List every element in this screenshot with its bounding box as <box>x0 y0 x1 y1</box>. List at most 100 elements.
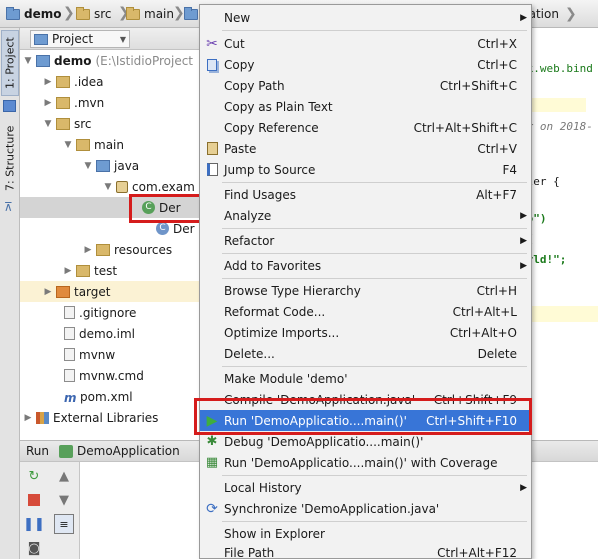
menu-item-find-usages[interactable]: Find Usages Alt+F7 <box>200 184 531 205</box>
maven-icon: m <box>64 390 77 405</box>
menu-separator <box>222 182 527 183</box>
menu-item-show-in-explorer[interactable]: Show in Explorer <box>200 523 531 544</box>
tree-item-external-libraries[interactable]: ▶ External Libraries <box>20 407 200 428</box>
chevron-down-icon: ▼ <box>119 35 126 44</box>
module-folder-icon <box>36 54 50 67</box>
source-folder-icon <box>184 6 198 20</box>
folder-icon <box>126 6 140 20</box>
arrow-down-icon[interactable]: ▼ <box>54 490 74 510</box>
arrow-up-icon[interactable]: ▲ <box>54 466 74 486</box>
file-icon <box>64 327 75 340</box>
folder-icon <box>56 117 70 130</box>
chevron-right-icon: ❯ <box>173 5 185 21</box>
menu-item-paste[interactable]: Paste Ctrl+V <box>200 138 531 159</box>
tree-item-java[interactable]: ▼ java <box>20 155 200 176</box>
project-panel: Project ▼ ▼ demo (E:\IstidioProject ▶ .id… <box>20 28 200 440</box>
breadcrumb-main[interactable]: main <box>126 5 174 23</box>
project-icon <box>34 33 48 45</box>
menu-item-file-path[interactable]: File Path Ctrl+Alt+F12 <box>200 544 531 559</box>
menu-item-local-history[interactable]: Local History ▶ <box>200 477 531 498</box>
file-icon <box>64 306 75 319</box>
menu-separator <box>222 278 527 279</box>
run-config-tab[interactable]: DemoApplication <box>77 444 180 458</box>
excluded-folder-icon <box>56 285 70 298</box>
menu-item-optimize-imports[interactable]: Optimize Imports... Ctrl+Alt+O <box>200 322 531 343</box>
folder-icon <box>76 264 90 277</box>
collapse-arrow-icon[interactable]: ▶ <box>42 98 54 108</box>
menu-item-copy[interactable]: Copy Ctrl+C <box>200 54 531 75</box>
menu-item-new[interactable]: New ▶ <box>200 7 531 28</box>
menu-separator <box>222 253 527 254</box>
menu-item-copy-plain-text[interactable]: Copy as Plain Text <box>200 96 531 117</box>
coverage-icon: ▦ <box>205 455 219 470</box>
tree-item-demo-iml[interactable]: demo.iml <box>20 323 200 344</box>
tree-item-gitignore[interactable]: .gitignore <box>20 302 200 323</box>
menu-item-analyze[interactable]: Analyze ▶ <box>200 205 531 226</box>
annotation-highlight-box <box>129 194 208 223</box>
project-panel-header: Project ▼ <box>20 28 200 50</box>
expand-arrow-icon[interactable]: ▼ <box>102 182 114 192</box>
tree-item-test[interactable]: ▶ test <box>20 260 200 281</box>
soft-wrap-icon[interactable]: ≡ <box>54 514 74 534</box>
submenu-arrow-icon: ▶ <box>520 260 527 271</box>
tree-item-src[interactable]: ▼ src <box>20 113 200 134</box>
collapse-arrow-icon[interactable]: ▶ <box>62 266 74 276</box>
tree-item-demo[interactable]: ▼ demo (E:\IstidioProject <box>20 50 200 71</box>
class-icon: C <box>156 222 169 235</box>
pause-icon[interactable]: ❚❚ <box>23 514 45 534</box>
camera-icon[interactable]: ◙ <box>24 538 44 558</box>
tree-item-resources[interactable]: ▶ resources <box>20 239 200 260</box>
menu-item-add-to-favorites[interactable]: Add to Favorites ▶ <box>200 255 531 276</box>
breadcrumb-src[interactable]: src <box>76 5 112 23</box>
debug-icon: ✱ <box>206 434 218 449</box>
project-view-dropdown[interactable]: Project ▼ <box>30 30 130 48</box>
folder-icon <box>96 243 110 256</box>
submenu-arrow-icon: ▶ <box>520 235 527 246</box>
structure-tool-tab[interactable]: 7: Structure <box>1 120 19 196</box>
folder-icon <box>56 96 70 109</box>
expand-arrow-icon[interactable]: ▼ <box>22 56 34 66</box>
collapse-arrow-icon[interactable]: ▶ <box>22 413 34 423</box>
module-folder-icon <box>6 6 20 20</box>
menu-item-cut[interactable]: ✂ Cut Ctrl+X <box>200 33 531 54</box>
menu-item-reformat-code[interactable]: Reformat Code... Ctrl+Alt+L <box>200 301 531 322</box>
source-folder-icon <box>96 159 110 172</box>
project-icon <box>3 100 16 112</box>
menu-item-copy-reference[interactable]: Copy Reference Ctrl+Alt+Shift+C <box>200 117 531 138</box>
tree-item-target[interactable]: ▶ target <box>20 281 200 302</box>
package-icon <box>116 180 128 193</box>
file-icon <box>64 348 75 361</box>
file-icon <box>64 369 75 382</box>
menu-item-run-with-coverage[interactable]: ▦ Run 'DemoApplicatio....main()' with Co… <box>200 452 531 473</box>
tree-item-mvnw-cmd[interactable]: mvnw.cmd <box>20 365 200 386</box>
paste-icon <box>204 141 220 157</box>
left-tool-strip-bottom <box>0 440 20 559</box>
collapse-arrow-icon[interactable]: ▶ <box>42 287 54 297</box>
submenu-arrow-icon: ▶ <box>520 210 527 221</box>
menu-item-browse-type-hierarchy[interactable]: Browse Type Hierarchy Ctrl+H <box>200 280 531 301</box>
folder-icon <box>76 6 90 20</box>
tree-item-pom[interactable]: m pom.xml <box>20 386 200 407</box>
breadcrumb-demo[interactable]: demo <box>6 5 61 23</box>
menu-item-make-module[interactable]: Make Module 'demo' <box>200 368 531 389</box>
rerun-icon[interactable]: ↻ <box>24 466 44 486</box>
stop-icon[interactable] <box>24 490 44 510</box>
collapse-arrow-icon[interactable]: ▶ <box>82 245 94 255</box>
expand-arrow-icon[interactable]: ▼ <box>82 161 94 171</box>
chevron-right-icon: ❯ <box>63 5 75 21</box>
tree-item-idea[interactable]: ▶ .idea <box>20 71 200 92</box>
tree-item-mvn[interactable]: ▶ .mvn <box>20 92 200 113</box>
menu-item-copy-path[interactable]: Copy Path Ctrl+Shift+C <box>200 75 531 96</box>
run-toolbar: ↻ ▲ ▼ ❚❚ ≡ ◙ <box>20 462 80 559</box>
menu-item-delete[interactable]: Delete... Delete <box>200 343 531 364</box>
expand-arrow-icon[interactable]: ▼ <box>42 119 54 129</box>
tree-item-mvnw[interactable]: mvnw <box>20 344 200 365</box>
expand-arrow-icon[interactable]: ▼ <box>62 140 74 150</box>
tree-item-main[interactable]: ▼ main <box>20 134 200 155</box>
menu-item-synchronize[interactable]: ⟳ Synchronize 'DemoApplication.java' <box>200 498 531 519</box>
menu-item-jump-to-source[interactable]: Jump to Source F4 <box>200 159 531 180</box>
project-tool-tab[interactable]: 1: Project <box>1 30 19 96</box>
menu-separator <box>222 366 527 367</box>
collapse-arrow-icon[interactable]: ▶ <box>42 77 54 87</box>
menu-item-refactor[interactable]: Refactor ▶ <box>200 230 531 251</box>
